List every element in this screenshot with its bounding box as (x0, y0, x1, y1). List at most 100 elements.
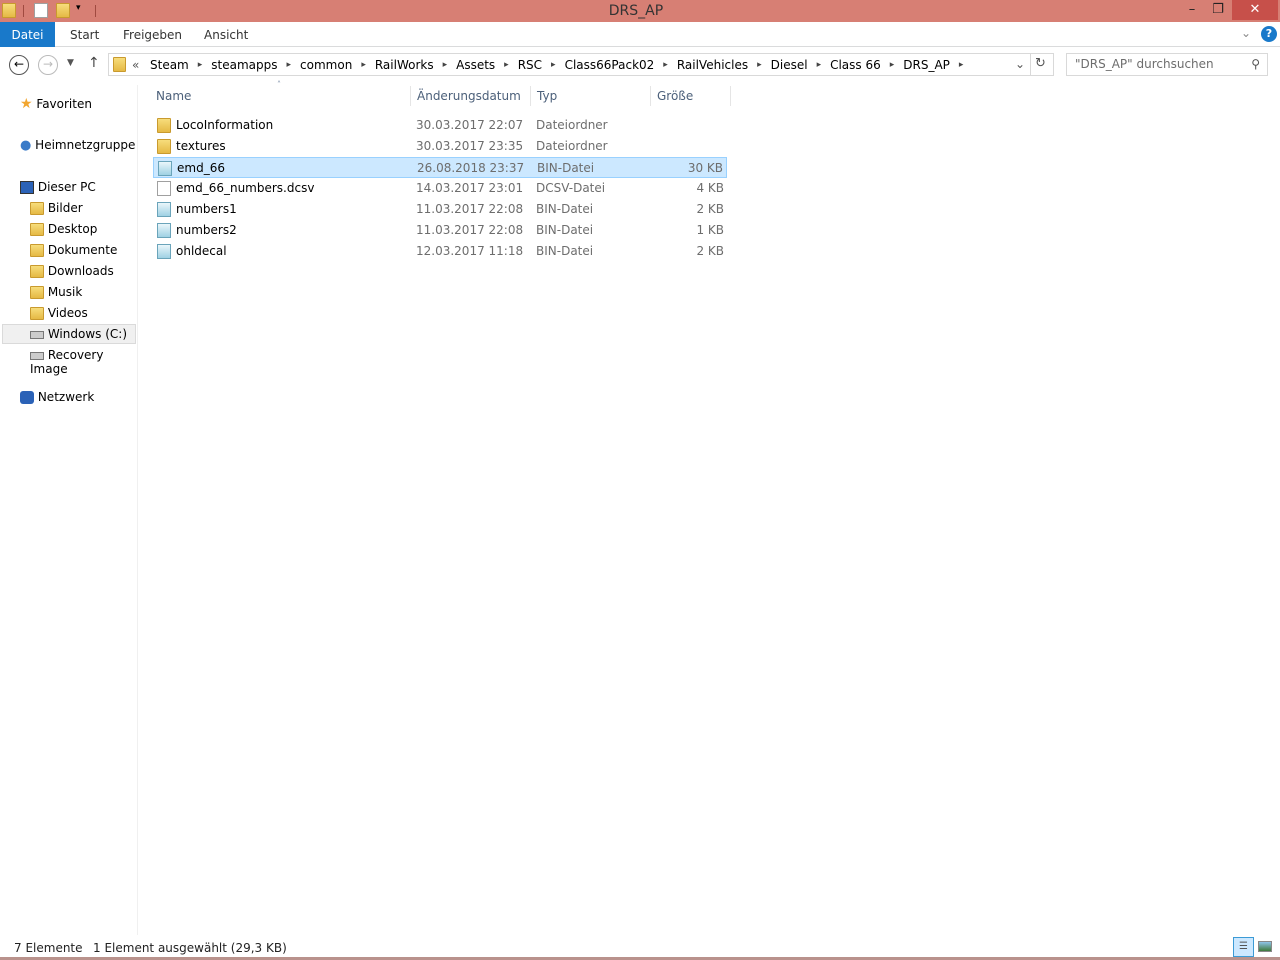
breadcrumb-item[interactable]: RSC (516, 58, 544, 72)
help-icon[interactable]: ? (1261, 26, 1277, 42)
breadcrumb-arrow-icon[interactable]: ▸ (354, 60, 373, 70)
breadcrumb-overflow[interactable]: « (132, 58, 139, 72)
file-row[interactable]: numbers1 11.03.2017 22:08 BIN-Datei 2 KB (153, 199, 727, 220)
file-row[interactable]: numbers2 11.03.2017 22:08 BIN-Datei 1 KB (153, 220, 727, 241)
ribbon-tabs: Datei Start Freigeben Ansicht ⌄ ? (0, 22, 1280, 47)
breadcrumb-item[interactable]: DRS_AP (901, 58, 952, 72)
file-row[interactable]: textures 30.03.2017 23:35 Dateiordner (153, 136, 727, 157)
file-name: emd_66 (177, 161, 225, 175)
column-header-date[interactable]: Änderungsdatum (417, 89, 521, 103)
file-type: BIN-Datei (537, 161, 595, 175)
breadcrumb-arrow-icon[interactable]: ▸ (883, 60, 902, 70)
item-count: 7 Elemente (14, 941, 83, 955)
maximize-button[interactable]: ❐ (1206, 0, 1230, 20)
nav-network[interactable]: Netzwerk (20, 390, 94, 404)
breadcrumb-item[interactable]: Steam (148, 58, 191, 72)
bin-file-icon (157, 223, 171, 238)
nav-this-pc[interactable]: Dieser PC (20, 180, 96, 194)
file-row[interactable]: ohldecal 12.03.2017 11:18 BIN-Datei 2 KB (153, 241, 727, 262)
address-dropdown-icon[interactable]: ⌄ (1015, 57, 1025, 71)
folder-icon (30, 223, 44, 236)
file-date: 12.03.2017 11:18 (416, 244, 524, 258)
breadcrumb-item[interactable]: RailWorks (373, 58, 436, 72)
breadcrumb-item[interactable]: RailVehicles (675, 58, 750, 72)
up-button[interactable]: ↑ (88, 55, 100, 71)
nav-item-bilder[interactable]: Bilder (30, 201, 83, 215)
nav-label: Netzwerk (37, 390, 95, 404)
folder-icon (30, 244, 44, 257)
nav-favorites[interactable]: ★ Favoriten (20, 96, 92, 112)
breadcrumb-arrow-icon[interactable]: ▸ (952, 60, 971, 70)
folder-icon (157, 139, 171, 154)
nav-label: Videos (47, 306, 88, 320)
drive-icon (30, 351, 44, 360)
file-row[interactable]: LocoInformation 30.03.2017 22:07 Dateiordn… (153, 115, 727, 136)
file-type: BIN-Datei (536, 244, 594, 258)
nav-item-dokumente[interactable]: Dokumente (30, 243, 117, 257)
breadcrumb-item[interactable]: Class 66 (828, 58, 883, 72)
nav-item-downloads[interactable]: Downloads (30, 264, 114, 278)
nav-homegroup[interactable]: ● Heimnetzgruppe (20, 138, 135, 153)
folder-icon (30, 286, 44, 299)
nav-label: Favoriten (36, 97, 92, 111)
bin-file-icon (158, 161, 172, 176)
minimize-button[interactable]: – (1180, 0, 1204, 20)
breadcrumb-arrow-icon[interactable]: ▸ (191, 60, 210, 70)
breadcrumb-arrow-icon[interactable]: ▸ (656, 60, 675, 70)
nav-label: Heimnetzgruppe (35, 138, 136, 152)
breadcrumb-item[interactable]: common (298, 58, 354, 72)
column-divider[interactable] (650, 86, 651, 106)
file-row[interactable]: emd_66 26.08.2018 23:37 BIN-Datei 30 KB (153, 157, 727, 178)
column-header-size[interactable]: Größe (657, 89, 693, 103)
nav-item-musik[interactable]: Musik (30, 285, 82, 299)
breadcrumb: Steam ▸ steamapps ▸ common ▸ RailWorks ▸ Assets ▸… (148, 54, 970, 75)
breadcrumb-arrow-icon[interactable]: ▸ (497, 60, 516, 70)
column-divider[interactable] (730, 86, 731, 106)
nav-item-windows-c-[interactable]: Windows (C:) (2, 324, 136, 344)
expand-ribbon-icon[interactable]: ⌄ (1241, 26, 1251, 40)
nav-item-recovery-image[interactable]: Recovery Image (30, 348, 137, 376)
close-button[interactable]: ✕ (1232, 0, 1278, 20)
breadcrumb-arrow-icon[interactable]: ▸ (280, 60, 299, 70)
search-input[interactable]: "DRS_AP" durchsuchen ⚲ (1066, 53, 1268, 76)
file-type: BIN-Datei (536, 202, 594, 216)
address-bar[interactable]: « Steam ▸ steamapps ▸ common ▸ RailWorks ▸ Asset… (108, 53, 1054, 76)
breadcrumb-arrow-icon[interactable]: ▸ (544, 60, 563, 70)
tab-datei[interactable]: Datei (0, 22, 55, 47)
search-placeholder: "DRS_AP" durchsuchen (1075, 57, 1214, 71)
folder-icon (30, 202, 44, 215)
breadcrumb-item[interactable]: Class66Pack02 (563, 58, 657, 72)
column-divider[interactable] (410, 86, 411, 106)
column-header-name[interactable]: Name (156, 89, 191, 103)
nav-item-desktop[interactable]: Desktop (30, 222, 97, 236)
breadcrumb-item[interactable]: Diesel (769, 58, 810, 72)
tab-start[interactable]: Start (56, 22, 113, 47)
forward-button[interactable]: → (38, 55, 58, 75)
file-row[interactable]: emd_66_numbers.dcsv 14.03.2017 23:01 DCSV-… (153, 178, 727, 199)
file-date: 11.03.2017 22:08 (416, 223, 524, 237)
breadcrumb-arrow-icon[interactable]: ▸ (750, 60, 769, 70)
tab-ansicht[interactable]: Ansicht (190, 22, 262, 47)
back-button[interactable]: ← (9, 55, 29, 75)
column-header-type[interactable]: Typ (537, 89, 557, 103)
breadcrumb-item[interactable]: steamapps (209, 58, 279, 72)
folder-icon (30, 307, 44, 320)
nav-item-videos[interactable]: Videos (30, 306, 88, 320)
file-size: 1 KB (696, 223, 724, 237)
selection-info: 1 Element ausgewählt (29,3 KB) (93, 941, 287, 955)
details-view-button[interactable]: ☰ (1233, 937, 1254, 957)
refresh-icon[interactable]: ↻ (1035, 56, 1046, 71)
nav-label: Downloads (47, 264, 114, 278)
file-size: 2 KB (696, 202, 724, 216)
column-divider[interactable] (530, 86, 531, 106)
breadcrumb-item[interactable]: Assets (454, 58, 497, 72)
search-icon: ⚲ (1251, 57, 1260, 71)
recent-locations-button[interactable]: ▼ (67, 58, 74, 68)
breadcrumb-arrow-icon[interactable]: ▸ (810, 60, 829, 70)
file-type: Dateiordner (536, 139, 608, 153)
large-icons-view-button[interactable] (1258, 941, 1272, 952)
homegroup-icon: ● (20, 138, 32, 153)
file-name: ohldecal (176, 244, 227, 258)
tab-freigeben[interactable]: Freigeben (109, 22, 196, 47)
breadcrumb-arrow-icon[interactable]: ▸ (436, 60, 455, 70)
